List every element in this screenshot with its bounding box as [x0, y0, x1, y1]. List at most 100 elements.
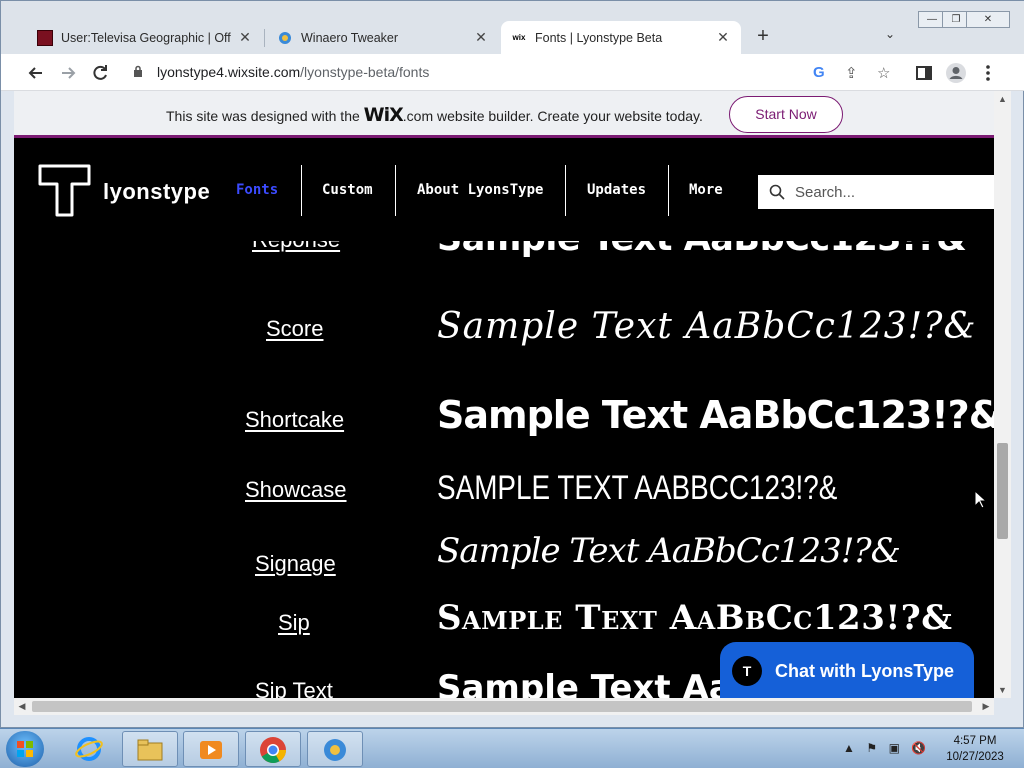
taskbar-explorer[interactable]	[122, 731, 178, 767]
scroll-up-icon[interactable]: ▲	[994, 91, 1011, 107]
tab-search-button[interactable]: ⌄	[885, 27, 895, 41]
tab-strip: User:Televisa Geographic | Officia ✕ Win…	[1, 1, 1024, 54]
taskbar: ▲ ⚑ ▣ 🔇 4:57 PM 10/27/2023	[0, 728, 1024, 768]
font-link-shortcake[interactable]: Shortcake	[245, 407, 344, 433]
scroll-thumb[interactable]	[32, 701, 972, 712]
scroll-thumb[interactable]	[997, 443, 1008, 539]
tab-title: User:Televisa Geographic | Officia	[61, 30, 231, 45]
tab-separator	[264, 29, 265, 47]
reload-icon	[93, 65, 107, 80]
internet-explorer-icon[interactable]	[74, 734, 104, 764]
chat-label: Chat with LyonsType	[775, 661, 955, 681]
menu-button[interactable]	[977, 62, 999, 84]
side-panel-button[interactable]	[913, 62, 935, 84]
system-tray: ▲ ⚑ ▣ 🔇	[843, 739, 939, 759]
font-link-reponse[interactable]: Reponse	[252, 241, 340, 253]
site-logo-text[interactable]: lyonstype	[103, 179, 210, 205]
font-link-showcase[interactable]: Showcase	[245, 477, 347, 503]
site-header: lyonstype Fonts Custom About LyonsType U…	[14, 141, 994, 241]
scroll-down-icon[interactable]: ▼	[994, 682, 1011, 698]
forward-button[interactable]	[57, 62, 79, 84]
url-text: lyonstype4.wixsite.com/lyonstype-beta/fo…	[157, 64, 430, 80]
winaero-icon	[277, 30, 293, 46]
scroll-left-icon[interactable]: ◀	[14, 698, 30, 715]
volume-muted-icon[interactable]: 🔇	[911, 741, 926, 755]
tab-title: Fonts | Lyonstype Beta	[535, 30, 663, 45]
tray-expand-icon[interactable]: ▲	[843, 741, 855, 755]
arrow-left-icon	[28, 67, 42, 79]
font-sample: Sample Text AaBbCc123!?&	[437, 306, 977, 347]
chrome-icon	[260, 737, 287, 764]
font-sample: Sample Text AaBbCc123!?&	[437, 241, 967, 259]
fandom-icon	[37, 29, 53, 46]
arrow-right-icon	[62, 67, 76, 79]
nav-divider	[395, 165, 396, 216]
taskbar-winaero[interactable]	[307, 731, 363, 767]
tab-televisa[interactable]: User:Televisa Geographic | Officia ✕	[27, 21, 263, 54]
nav-divider	[565, 165, 566, 216]
font-list: Reponse Sample Text AaBbCc123!?& Score S…	[14, 241, 994, 698]
scroll-right-icon[interactable]: ▶	[978, 698, 994, 715]
lyonstype-logo-icon[interactable]	[37, 163, 92, 218]
wix-banner-text: This site was designed with the WiX.com …	[166, 104, 703, 126]
media-player-icon	[200, 741, 222, 759]
chat-button[interactable]: T Chat with LyonsType	[720, 642, 974, 698]
font-sample: Sample Text AaBbCc123!?&	[437, 531, 901, 571]
close-icon[interactable]: ✕	[237, 29, 253, 46]
wix-icon: wix	[512, 33, 526, 42]
search-input[interactable]: Search...	[795, 184, 855, 201]
nav-about[interactable]: About LyonsType	[417, 182, 543, 198]
taskbar-media-player[interactable]	[183, 731, 239, 767]
winaero-tweaker-icon	[324, 739, 346, 761]
action-center-icon[interactable]: ⚑	[866, 741, 877, 755]
new-tab-button[interactable]: +	[751, 25, 775, 49]
font-link-sip-text[interactable]: Sip Text	[255, 678, 333, 698]
vertical-scrollbar[interactable]: ▲ ▼	[994, 91, 1011, 698]
start-button[interactable]	[6, 731, 44, 767]
address-bar[interactable]: lyonstype4.wixsite.com/lyonstype-beta/fo…	[123, 58, 903, 87]
browser-toolbar: lyonstype4.wixsite.com/lyonstype-beta/fo…	[1, 54, 1024, 91]
nav-custom[interactable]: Custom	[322, 182, 373, 198]
bookmark-star-icon[interactable]: ☆	[877, 64, 890, 82]
windows-logo-icon	[17, 741, 33, 757]
taskbar-chrome[interactable]	[245, 731, 301, 767]
font-sample: SAMPLE TEXT AABBCC123!?&	[437, 469, 838, 507]
side-panel-icon	[916, 66, 932, 80]
share-icon[interactable]: ⇪	[845, 64, 858, 82]
kebab-menu-icon	[986, 65, 990, 81]
start-now-button[interactable]: Start Now	[729, 96, 843, 133]
close-icon[interactable]: ✕	[473, 29, 489, 46]
font-link-score[interactable]: Score	[266, 316, 323, 342]
wix-logo: WiX	[363, 104, 404, 126]
font-sample: Sample Text AaBbCc123!?&	[437, 393, 994, 437]
tab-lyonstype[interactable]: wix Fonts | Lyonstype Beta ✕	[501, 21, 741, 54]
mouse-cursor-icon	[974, 490, 986, 509]
back-button[interactable]	[25, 62, 47, 84]
clock[interactable]: 4:57 PM 10/27/2023	[944, 733, 1006, 765]
page-viewport: This site was designed with the WiX.com …	[14, 91, 994, 698]
nav-updates[interactable]: Updates	[587, 182, 646, 198]
horizontal-scrollbar[interactable]: ◀ ▶	[14, 698, 994, 715]
network-icon[interactable]: ▣	[889, 741, 900, 755]
close-window-button[interactable]: ✕	[966, 11, 1010, 28]
folder-icon	[137, 739, 163, 761]
site-search[interactable]: Search...	[758, 175, 994, 209]
browser-window: User:Televisa Geographic | Officia ✕ Win…	[0, 0, 1024, 728]
nav-more[interactable]: More	[689, 182, 723, 198]
tab-winaero[interactable]: Winaero Tweaker ✕	[267, 21, 499, 54]
profile-button[interactable]	[945, 62, 967, 84]
chat-avatar: T	[732, 656, 762, 686]
nav-divider	[301, 165, 302, 216]
font-link-sip[interactable]: Sip	[278, 610, 310, 636]
wix-banner: This site was designed with the WiX.com …	[14, 91, 994, 138]
tab-title: Winaero Tweaker	[301, 30, 399, 45]
nav-divider	[668, 165, 669, 216]
lock-icon	[134, 65, 142, 77]
reload-button[interactable]	[89, 62, 111, 84]
nav-fonts[interactable]: Fonts	[236, 182, 278, 198]
google-icon[interactable]: G	[813, 64, 825, 81]
font-link-signage[interactable]: Signage	[255, 551, 336, 577]
close-icon[interactable]: ✕	[715, 29, 731, 46]
font-sample: Sample Text AaBbCc123!?&	[437, 598, 953, 638]
search-icon	[769, 184, 785, 200]
